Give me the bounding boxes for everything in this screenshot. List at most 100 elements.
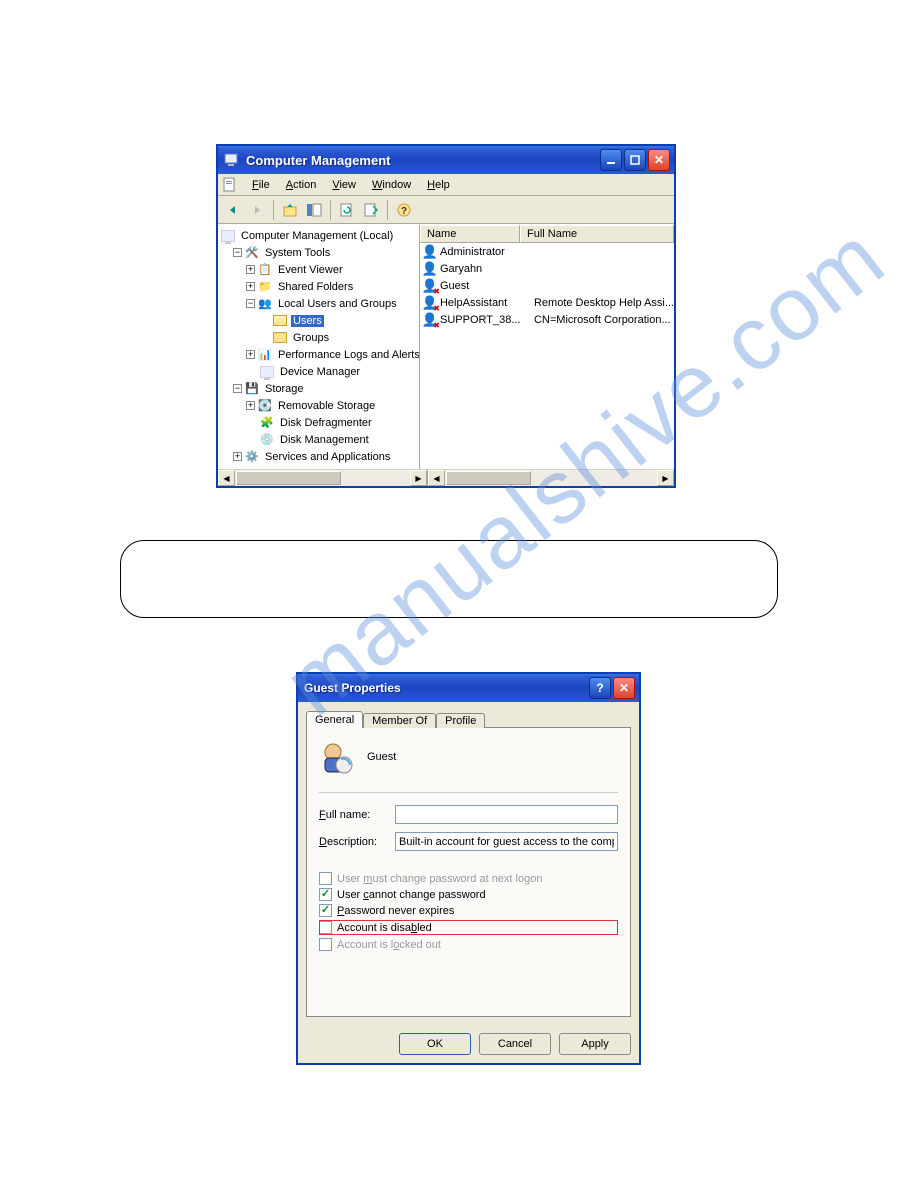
tree-label: Computer Management (Local)	[239, 230, 395, 242]
tree-storage[interactable]: − 💾 Storage	[218, 380, 419, 397]
close-button[interactable]: ✕	[648, 149, 670, 171]
maximize-button[interactable]	[624, 149, 646, 171]
export-list-button[interactable]	[360, 199, 382, 221]
event-viewer-icon: 📋	[257, 262, 273, 278]
list-item[interactable]: 👤 HelpAssistant Remote Desktop Help Assi…	[420, 294, 674, 311]
scroll-right-icon[interactable]: ▶	[410, 470, 427, 486]
close-button[interactable]: ✕	[613, 677, 635, 699]
tree-shared-folders[interactable]: + 📁 Shared Folders	[218, 278, 419, 295]
expand-icon[interactable]: +	[246, 401, 255, 410]
menu-view[interactable]: View	[324, 177, 364, 193]
menu-file[interactable]: File	[244, 177, 278, 193]
tree-label: Disk Management	[278, 434, 371, 446]
titlebar[interactable]: Guest Properties ? ✕	[298, 674, 639, 702]
disk-mgmt-icon: 💿	[259, 432, 275, 448]
collapse-icon[interactable]: −	[233, 384, 242, 393]
tab-profile[interactable]: Profile	[436, 713, 485, 728]
back-button[interactable]	[222, 199, 244, 221]
tree-disk-mgmt[interactable]: 💿 Disk Management	[218, 431, 419, 448]
description-field[interactable]	[395, 832, 618, 851]
tree-label: Shared Folders	[276, 281, 355, 293]
refresh-button[interactable]	[336, 199, 358, 221]
tree-system-tools[interactable]: − 🛠️ System Tools	[218, 244, 419, 261]
list-scrollbar[interactable]: ◀ ▶	[428, 469, 674, 486]
col-name[interactable]: Name	[420, 225, 520, 243]
tree-label: System Tools	[263, 247, 332, 259]
checkbox-account-disabled[interactable]: Account is disabled	[319, 920, 618, 935]
menu-action[interactable]: Action	[278, 177, 325, 193]
checkbox-checked-icon	[319, 904, 332, 917]
guest-properties-dialog: Guest Properties ? ✕ General Member Of P…	[296, 672, 641, 1065]
column-headers: Name Full Name	[420, 225, 674, 243]
device-manager-icon	[259, 364, 275, 380]
tree-groups[interactable]: Groups	[218, 329, 419, 346]
window-title: Computer Management	[246, 153, 600, 168]
list-item[interactable]: 👤 Garyahn	[420, 260, 674, 277]
expand-icon[interactable]: +	[233, 452, 242, 461]
tab-general[interactable]: General	[306, 711, 363, 728]
help-button[interactable]: ?	[589, 677, 611, 699]
tree-device-manager[interactable]: Device Manager	[218, 363, 419, 380]
forward-button[interactable]	[246, 199, 268, 221]
tree-defrag[interactable]: 🧩 Disk Defragmenter	[218, 414, 419, 431]
removable-storage-icon: 💽	[257, 398, 273, 414]
tree-services[interactable]: + ⚙️ Services and Applications	[218, 448, 419, 465]
menu-window[interactable]: Window	[364, 177, 419, 193]
fullname-field[interactable]	[395, 805, 618, 824]
list-item[interactable]: 👤 Administrator	[420, 243, 674, 260]
checkbox-cannot-change-password[interactable]: User cannot change password	[319, 888, 618, 901]
help-button[interactable]: ?	[393, 199, 415, 221]
tabs: General Member Of Profile	[306, 711, 631, 728]
folder-open-icon	[272, 313, 288, 329]
menubar: File Action View Window Help	[218, 174, 674, 196]
description-label: Description:	[319, 836, 395, 848]
tree-scrollbar[interactable]: ◀ ▶	[218, 469, 428, 486]
scroll-left-icon[interactable]: ◀	[218, 470, 235, 486]
checkbox-password-never-expires[interactable]: Password never expires	[319, 904, 618, 917]
scroll-right-icon[interactable]: ▶	[657, 470, 674, 486]
tree-event-viewer[interactable]: + 📋 Event Viewer	[218, 261, 419, 278]
tree-label: Storage	[263, 383, 306, 395]
fullname-label: Full name:	[319, 809, 395, 821]
computer-management-window: Computer Management ✕ File Action View W…	[216, 144, 676, 488]
ok-button[interactable]: OK	[399, 1033, 471, 1055]
checkbox-account-locked: Account is locked out	[319, 938, 618, 951]
tools-icon: 🛠️	[244, 245, 260, 261]
list-item[interactable]: 👤 Guest	[420, 277, 674, 294]
collapse-icon[interactable]: −	[233, 248, 242, 257]
expand-icon[interactable]: +	[246, 265, 255, 274]
scroll-left-icon[interactable]: ◀	[428, 470, 445, 486]
menu-help[interactable]: Help	[419, 177, 458, 193]
perf-icon: 📊	[257, 347, 273, 363]
user-disabled-icon: 👤	[422, 295, 438, 311]
checkbox-must-change-password: User must change password at next logon	[319, 872, 618, 885]
list-item[interactable]: 👤 SUPPORT_38... CN=Microsoft Corporation…	[420, 311, 674, 328]
apply-button[interactable]: Apply	[559, 1033, 631, 1055]
header-username: Guest	[367, 751, 396, 763]
up-button[interactable]	[279, 199, 301, 221]
horizontal-scrollbars: ◀ ▶ ◀ ▶	[218, 469, 674, 486]
expand-icon[interactable]: +	[246, 350, 255, 359]
collapse-icon[interactable]: −	[246, 299, 255, 308]
tree-users[interactable]: Users	[218, 312, 419, 329]
col-fullname[interactable]: Full Name	[520, 225, 674, 243]
minimize-button[interactable]	[600, 149, 622, 171]
dialog-buttons: OK Cancel Apply	[298, 1025, 639, 1063]
tab-member-of[interactable]: Member Of	[363, 713, 436, 728]
list-pane[interactable]: Name Full Name 👤 Administrator 👤 Garyahn…	[420, 225, 674, 469]
tree-removable-storage[interactable]: + 💽 Removable Storage	[218, 397, 419, 414]
tree-perf-logs[interactable]: + 📊 Performance Logs and Alerts	[218, 346, 419, 363]
expand-icon[interactable]: +	[246, 282, 255, 291]
cell-name: SUPPORT_38...	[440, 314, 534, 326]
show-hide-tree-button[interactable]	[303, 199, 325, 221]
cell-name: Administrator	[440, 246, 534, 258]
dialog-title: Guest Properties	[304, 681, 589, 695]
tree-local-users-groups[interactable]: − 👥 Local Users and Groups	[218, 295, 419, 312]
tree-pane[interactable]: Computer Management (Local) − 🛠️ System …	[218, 225, 420, 469]
cancel-button[interactable]: Cancel	[479, 1033, 551, 1055]
tree-label: Disk Defragmenter	[278, 417, 374, 429]
tree-root[interactable]: Computer Management (Local)	[218, 227, 419, 244]
tree-label: Event Viewer	[276, 264, 345, 276]
titlebar[interactable]: Computer Management ✕	[218, 146, 674, 174]
tree-label: Services and Applications	[263, 451, 392, 463]
